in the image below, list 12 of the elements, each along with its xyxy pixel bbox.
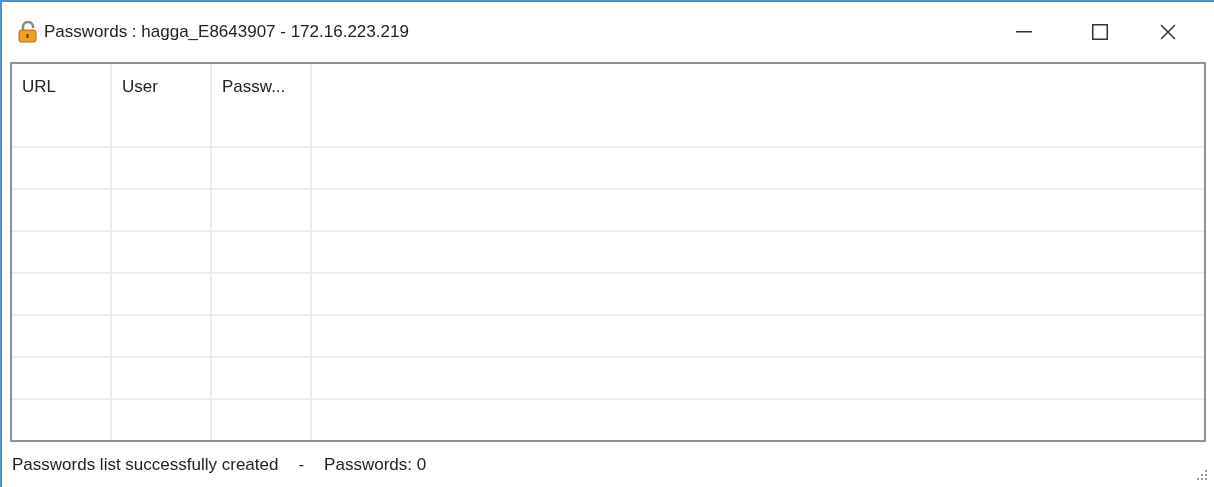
- close-icon: [1160, 24, 1176, 40]
- resize-grip-icon[interactable]: [1196, 469, 1208, 481]
- column-header[interactable]: URL: [12, 64, 112, 104]
- window-title: Passwords : hagga_E8643907 - 172.16.223.219: [44, 21, 409, 44]
- maximize-icon: [1092, 24, 1108, 40]
- column-header[interactable]: Passw...: [212, 64, 312, 104]
- status-separator: -: [298, 453, 305, 476]
- status-message: Passwords list successfully created: [12, 453, 279, 476]
- padlock-icon: [18, 21, 38, 43]
- minimize-icon: [1016, 31, 1032, 33]
- column-header[interactable]: User: [112, 64, 212, 104]
- password-count: Passwords: 0: [324, 453, 427, 476]
